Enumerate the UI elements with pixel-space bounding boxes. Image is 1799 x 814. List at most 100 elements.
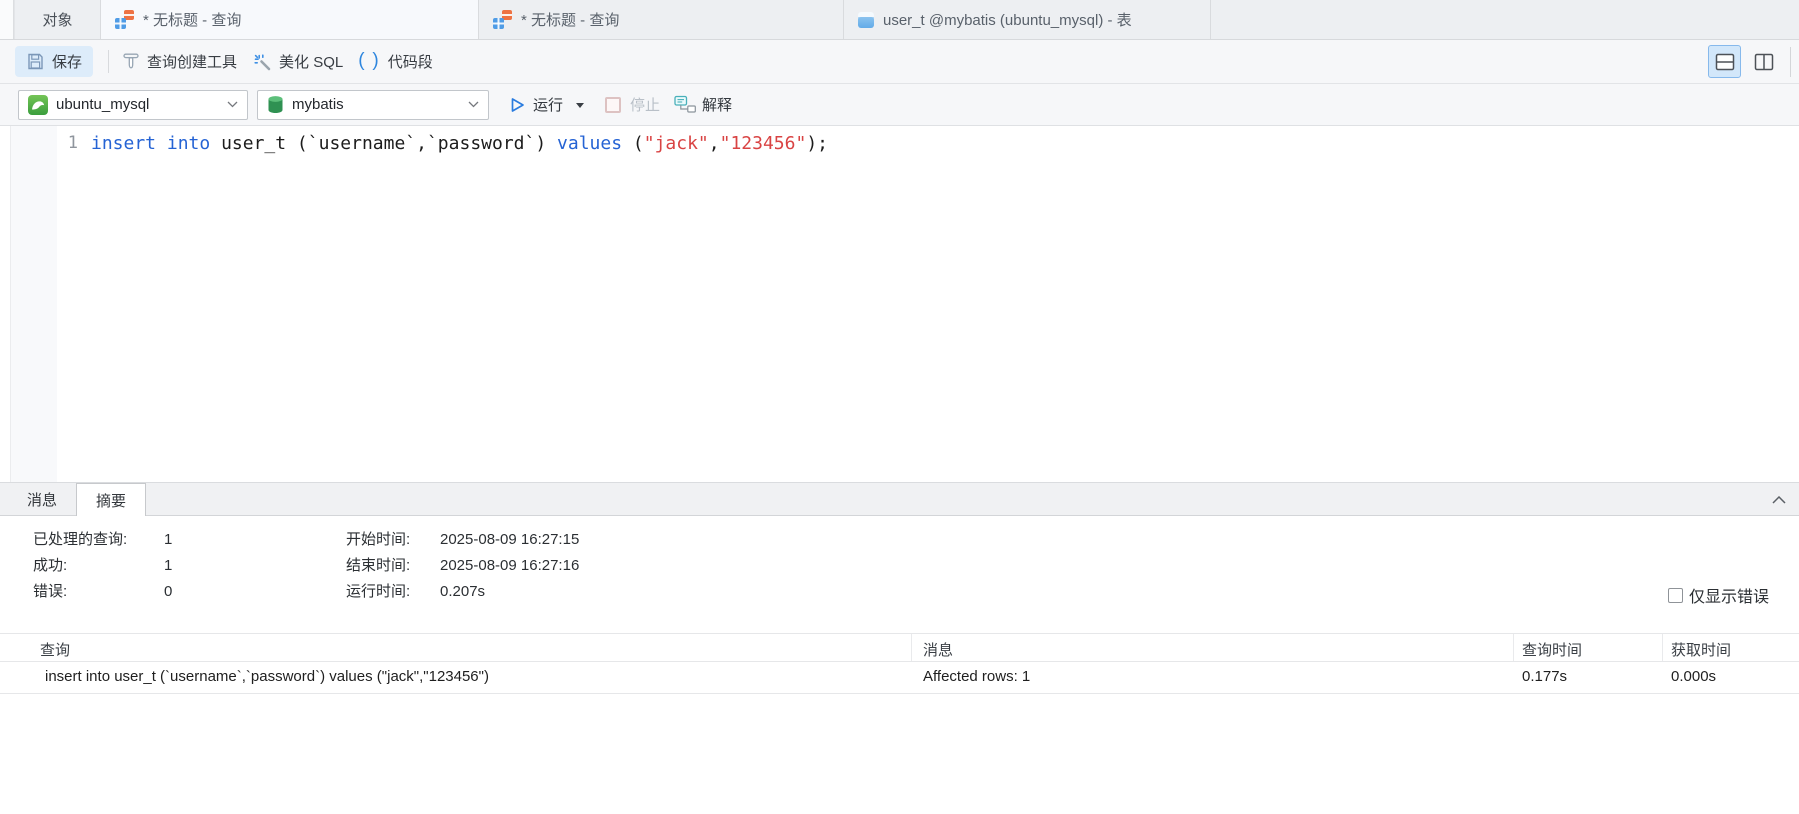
results-tabbar: 消息 摘要 [0, 482, 1799, 516]
errors-value: 0 [164, 579, 172, 605]
summary-row: 成功: 1 [33, 553, 172, 579]
stop-button: 停止 [605, 94, 660, 115]
summary-row: 已处理的查询: 1 [33, 527, 172, 553]
database-select[interactable]: mybatis [257, 90, 489, 120]
queries-processed-label: 已处理的查询: [33, 527, 164, 553]
database-name: mybatis [292, 96, 344, 113]
grid-column-separator [911, 634, 912, 661]
grid-column-separator [1513, 634, 1514, 661]
collapse-panel-button[interactable] [1769, 491, 1789, 509]
parentheses-icon: ( ) [358, 51, 380, 70]
sql-code-line[interactable]: insert into user_t (`username`,`password… [91, 132, 828, 156]
tab-untitled-query-1[interactable]: * 无标题 - 查询 [101, 0, 479, 39]
database-icon [267, 95, 284, 114]
sql-string: "123456" [720, 133, 807, 154]
sql-text: ( [622, 133, 644, 154]
code-snippet-button[interactable]: ( ) 代码段 [358, 51, 432, 72]
chevron-down-icon [468, 101, 479, 108]
explain-label: 解释 [702, 94, 732, 115]
magic-wand-icon [252, 52, 272, 72]
mysql-connection-icon [28, 95, 48, 115]
run-time-value: 0.207s [440, 579, 485, 605]
result-row-message[interactable]: Affected rows: 1 [923, 668, 1503, 685]
column-header-query-time: 查询时间 [1522, 639, 1652, 660]
save-button-label: 保存 [52, 51, 82, 72]
tab-untitled-query-1-label: * 无标题 - 查询 [143, 9, 241, 30]
end-time-value: 2025-08-09 16:27:16 [440, 553, 579, 579]
tab-objects[interactable]: 对象 [14, 0, 101, 39]
show-errors-only-option: 仅显示错误 [1668, 583, 1769, 607]
errors-label: 错误: [33, 579, 164, 605]
tab-messages-label: 消息 [27, 489, 57, 510]
run-button[interactable]: 运行 [508, 94, 584, 115]
tab-messages[interactable]: 消息 [8, 483, 76, 515]
table-tab-icon [858, 12, 874, 28]
sql-keyword: insert [91, 133, 156, 154]
tab-user-t-table[interactable]: user_t @mybatis (ubuntu_mysql) - 表 [844, 0, 1211, 39]
split-horizontal-icon [1715, 53, 1735, 71]
query-icon-blue-part [493, 18, 504, 29]
end-time-label: 结束时间: [346, 553, 440, 579]
code-snippet-label: 代码段 [388, 51, 433, 72]
main-toolbar: 保存 查询创建工具 美化 SQL ( [0, 40, 1799, 84]
sql-string: "jack" [644, 133, 709, 154]
explain-plan-icon [674, 95, 697, 114]
query-builder-button[interactable]: 查询创建工具 [122, 51, 237, 72]
save-button[interactable]: 保存 [15, 46, 93, 77]
sql-keyword: values [557, 133, 622, 154]
chevron-down-icon [227, 101, 238, 108]
sql-text: , [709, 133, 720, 154]
beautify-sql-button[interactable]: 美化 SQL [252, 51, 343, 72]
sql-text: ); [806, 133, 828, 154]
show-errors-only-checkbox[interactable] [1668, 588, 1683, 603]
document-tabbar: 对象 * 无标题 - 查询 * 无标题 - 查询 user_t @mybatis… [0, 0, 1799, 40]
editor-margin-strip [10, 126, 57, 482]
query-tab-icon [115, 10, 134, 29]
summary-panel: 已处理的查询: 1 成功: 1 错误: 0 开始时间: 2025-08-09 1… [0, 516, 1799, 814]
split-vertical-button[interactable] [1747, 45, 1780, 78]
summary-row: 开始时间: 2025-08-09 16:27:15 [346, 527, 579, 553]
connection-select[interactable]: ubuntu_mysql [18, 90, 248, 120]
connection-name: ubuntu_mysql [56, 96, 149, 113]
tab-summary-label: 摘要 [96, 490, 126, 511]
grid-column-separator [1662, 634, 1663, 661]
queries-processed-value: 1 [164, 527, 172, 553]
tab-summary[interactable]: 摘要 [76, 483, 146, 516]
tabbar-left-strip [0, 0, 14, 39]
connection-toolbar: ubuntu_mysql mybatis 运行 停止 [0, 84, 1799, 126]
summary-row: 运行时间: 0.207s [346, 579, 579, 605]
sql-text [156, 133, 167, 154]
show-errors-only-label: 仅显示错误 [1689, 583, 1769, 607]
chevron-up-icon [1772, 496, 1786, 504]
summary-times: 开始时间: 2025-08-09 16:27:15 结束时间: 2025-08-… [346, 527, 579, 605]
query-tab-icon [493, 10, 512, 29]
column-header-query: 查询 [40, 639, 900, 660]
stop-label: 停止 [630, 94, 660, 115]
start-time-value: 2025-08-09 16:27:15 [440, 527, 579, 553]
summary-row: 结束时间: 2025-08-09 16:27:16 [346, 553, 579, 579]
split-horizontal-button[interactable] [1708, 45, 1741, 78]
toolbar-right-group [1702, 45, 1791, 78]
run-dropdown-caret[interactable] [576, 103, 584, 108]
query-icon-blue-part [115, 18, 126, 29]
navicat-query-window: 对象 * 无标题 - 查询 * 无标题 - 查询 user_t @mybatis… [0, 0, 1799, 814]
sql-text: user_t (`username`,`password`) [210, 133, 557, 154]
column-header-fetch-time: 获取时间 [1671, 639, 1791, 660]
query-builder-icon [122, 52, 140, 71]
sql-editor[interactable]: 1 insert into user_t (`username`,`passwo… [0, 126, 1799, 482]
result-row-fetch-time[interactable]: 0.000s [1671, 668, 1791, 685]
query-builder-label: 查询创建工具 [147, 51, 237, 72]
tab-objects-label: 对象 [42, 9, 72, 30]
explain-button[interactable]: 解释 [674, 94, 732, 115]
success-value: 1 [164, 553, 172, 579]
grid-border [0, 693, 1799, 694]
result-row-query[interactable]: insert into user_t (`username`,`password… [45, 668, 900, 685]
summary-counts: 已处理的查询: 1 成功: 1 错误: 0 [33, 527, 172, 605]
grid-border [0, 661, 1799, 662]
tab-untitled-query-2[interactable]: * 无标题 - 查询 [479, 0, 844, 39]
tab-user-t-table-label: user_t @mybatis (ubuntu_mysql) - 表 [883, 9, 1132, 30]
line-number: 1 [0, 133, 78, 153]
toolbar-edge-separator [1790, 47, 1791, 77]
stop-icon [605, 97, 621, 113]
result-row-query-time[interactable]: 0.177s [1522, 668, 1652, 685]
